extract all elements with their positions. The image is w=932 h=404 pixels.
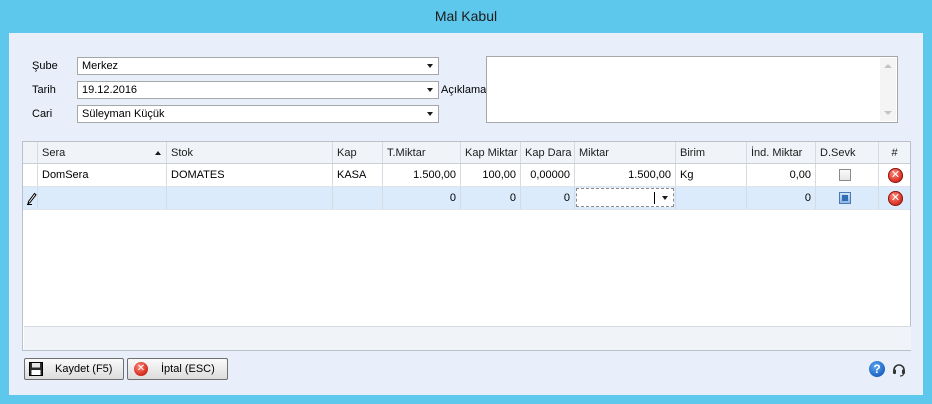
floppy-disk-icon — [29, 362, 43, 376]
save-button[interactable]: Kaydet (F5) — [24, 358, 124, 380]
form-panel: Şube Merkez Tarih 19.12.2016 Cari Süleym… — [9, 33, 923, 395]
cell-t-miktar[interactable]: 1.500,00 — [383, 164, 461, 186]
row-indicator — [23, 187, 38, 209]
aciklama-textarea[interactable] — [486, 56, 898, 123]
cell-kap-dara[interactable]: 0,00000 — [521, 164, 575, 186]
cell-sera[interactable] — [38, 187, 167, 209]
cell-kap-miktar[interactable]: 100,00 — [461, 164, 521, 186]
window: Mal Kabul Şube Merkez Tarih 19.12.2016 C… — [0, 0, 932, 404]
cell-kap[interactable]: KASA — [333, 164, 383, 186]
sube-value: Merkez — [82, 60, 119, 72]
header-kap[interactable]: Kap — [333, 142, 383, 163]
items-grid[interactable]: Sera Stok Kap T.Miktar Kap Miktar Kap Da… — [22, 141, 911, 351]
header-birim[interactable]: Birim — [676, 142, 747, 163]
cell-kap-miktar[interactable]: 0 — [461, 187, 521, 209]
cell-miktar[interactable]: 1.500,00 — [575, 164, 676, 186]
cell-d-sevk — [816, 187, 879, 209]
header-kap-miktar[interactable]: Kap Miktar — [461, 142, 521, 163]
delete-row-icon[interactable]: ✕ — [888, 191, 903, 206]
window-title: Mal Kabul — [434, 8, 498, 24]
header-sera[interactable]: Sera — [38, 142, 167, 163]
chevron-down-icon[interactable] — [662, 196, 668, 200]
header-kap-dara[interactable]: Kap Dara — [521, 142, 575, 163]
header-indicator-column — [23, 142, 38, 163]
cell-stok[interactable]: DOMATES — [167, 164, 333, 186]
aciklama-label: Açıklama — [441, 84, 487, 96]
cell-ind-miktar[interactable]: 0 — [747, 187, 816, 209]
tarih-date-picker[interactable]: 19.12.2016 — [77, 81, 439, 99]
sube-label: Şube — [32, 60, 58, 72]
cari-label: Cari — [32, 108, 53, 120]
cari-combobox[interactable]: Süleyman Küçük — [77, 105, 439, 123]
sube-combobox[interactable]: Merkez — [77, 57, 439, 75]
cari-value: Süleyman Küçük — [82, 108, 165, 120]
cancel-button[interactable]: ✕ İptal (ESC) — [127, 358, 228, 380]
header-ind-miktar[interactable]: İnd. Miktar — [747, 142, 816, 163]
d-sevk-checkbox[interactable] — [839, 192, 851, 204]
cell-t-miktar[interactable]: 0 — [383, 187, 461, 209]
header-t-miktar[interactable]: T.Miktar — [383, 142, 461, 163]
text-caret — [654, 192, 655, 204]
miktar-editor[interactable] — [576, 188, 674, 207]
scroll-up-icon[interactable] — [884, 64, 892, 68]
grid-header: Sera Stok Kap T.Miktar Kap Miktar Kap Da… — [23, 142, 910, 164]
table-row-new[interactable]: 0 0 0 0 ✕ — [23, 187, 910, 210]
cell-kap-dara[interactable]: 0 — [521, 187, 575, 209]
chevron-down-icon[interactable] — [427, 112, 433, 116]
cell-birim[interactable] — [676, 187, 747, 209]
header-stok[interactable]: Stok — [167, 142, 333, 163]
cell-miktar — [575, 187, 676, 209]
pencil-icon — [27, 192, 37, 205]
headset-icon[interactable] — [891, 361, 907, 377]
help-icon[interactable]: ? — [869, 361, 885, 377]
sort-ascending-icon — [155, 151, 161, 155]
grid-footer — [24, 326, 911, 350]
aciklama-scrollbar[interactable] — [880, 58, 896, 121]
cell-stok[interactable] — [167, 187, 333, 209]
tarih-value: 19.12.2016 — [82, 84, 138, 96]
header-d-sevk[interactable]: D.Sevk — [816, 142, 879, 163]
row-indicator — [23, 164, 38, 186]
cell-sera[interactable]: DomSera — [38, 164, 167, 186]
cell-actions: ✕ — [879, 164, 910, 186]
cell-kap[interactable] — [333, 187, 383, 209]
tarih-label: Tarih — [32, 84, 56, 96]
header-sera-label: Sera — [42, 147, 66, 159]
scroll-down-icon[interactable] — [884, 111, 892, 115]
cell-birim[interactable]: Kg — [676, 164, 747, 186]
cell-ind-miktar[interactable]: 0,00 — [747, 164, 816, 186]
chevron-down-icon[interactable] — [427, 64, 433, 68]
cancel-icon: ✕ — [134, 362, 148, 376]
d-sevk-checkbox[interactable] — [839, 169, 851, 181]
header-miktar[interactable]: Miktar — [575, 142, 676, 163]
cell-actions: ✕ — [879, 187, 910, 209]
header-actions: # — [891, 147, 898, 159]
chevron-down-icon[interactable] — [427, 88, 433, 92]
save-button-label: Kaydet (F5) — [55, 363, 113, 375]
cancel-button-label: İptal (ESC) — [161, 363, 215, 375]
cell-d-sevk — [816, 164, 879, 186]
delete-row-icon[interactable]: ✕ — [888, 168, 903, 183]
table-row[interactable]: DomSera DOMATES KASA 1.500,00 100,00 0,0… — [23, 164, 910, 187]
